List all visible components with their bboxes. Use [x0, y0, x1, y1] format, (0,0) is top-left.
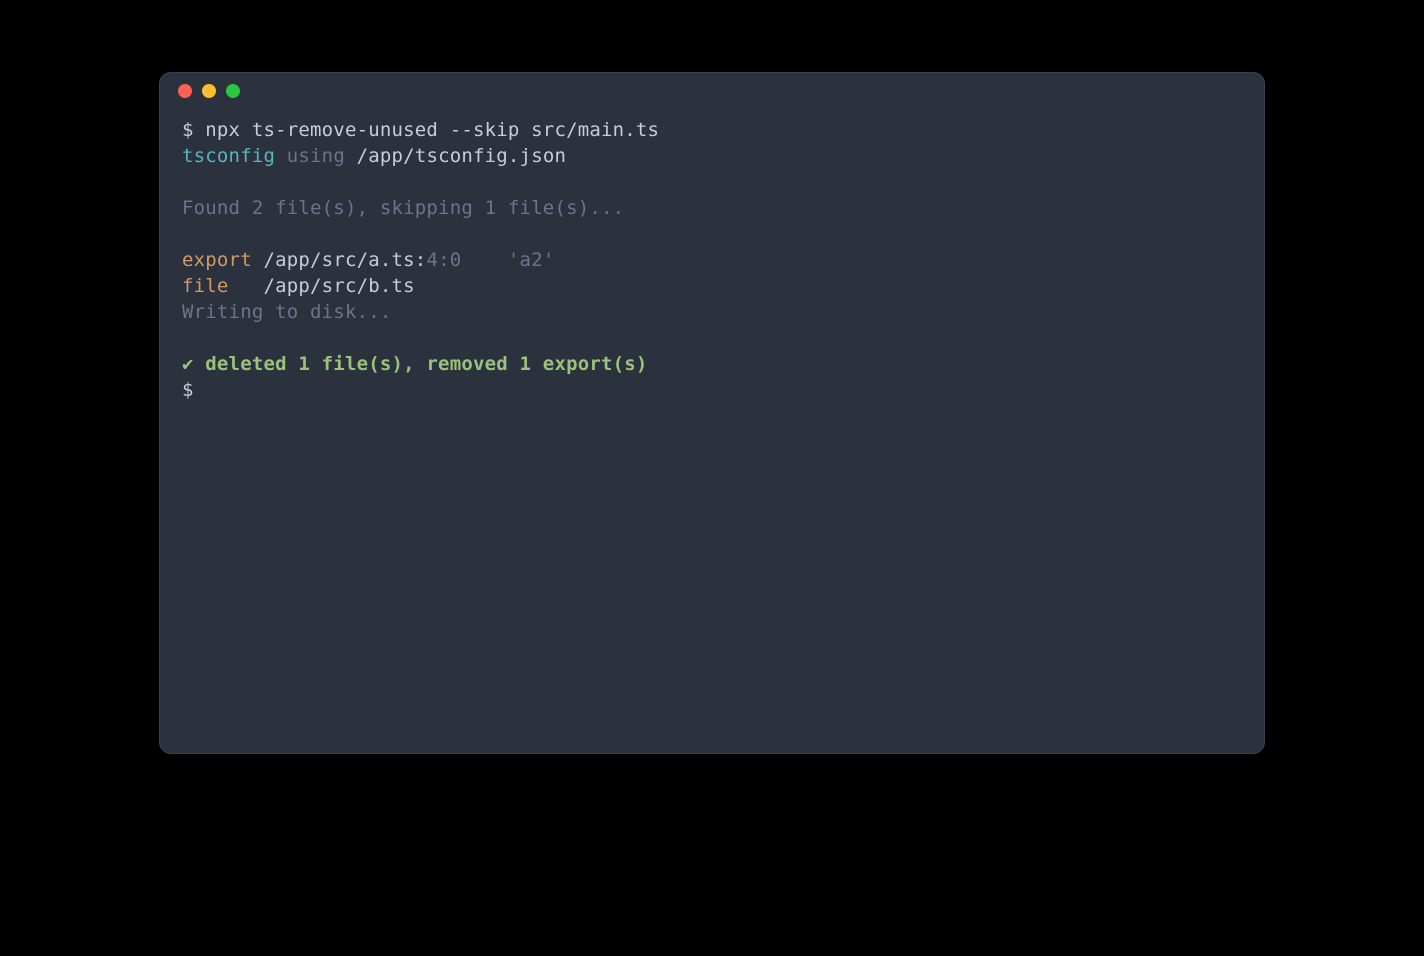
terminal-window: $ npx ts-remove-unused --skip src/main.t… [159, 72, 1265, 754]
export-loc: 4:0 [426, 249, 461, 271]
export-path: /app/src/a.ts: [263, 249, 426, 271]
space [461, 249, 508, 271]
prompt-line: $ [182, 377, 1242, 403]
command-text: npx ts-remove-unused --skip src/main.ts [205, 119, 659, 141]
prompt-symbol: $ [182, 119, 205, 141]
tsconfig-label: tsconfig [182, 145, 275, 167]
minimize-icon[interactable] [202, 84, 216, 98]
file-label: file [182, 275, 229, 297]
command-line: $ npx ts-remove-unused --skip src/main.t… [182, 117, 1242, 143]
maximize-icon[interactable] [226, 84, 240, 98]
tsconfig-line: tsconfig using /app/tsconfig.json [182, 143, 1242, 169]
file-path: /app/src/b.ts [263, 275, 414, 297]
terminal-body[interactable]: $ npx ts-remove-unused --skip src/main.t… [160, 109, 1264, 425]
using-text: using [275, 145, 356, 167]
export-label: export [182, 249, 252, 271]
titlebar [160, 73, 1264, 109]
file-line: file /app/src/b.ts [182, 273, 1242, 299]
tsconfig-path: /app/tsconfig.json [357, 145, 567, 167]
blank-line [182, 221, 1242, 247]
export-line: export /app/src/a.ts:4:0 'a2' [182, 247, 1242, 273]
close-icon[interactable] [178, 84, 192, 98]
success-line: ✔ deleted 1 file(s), removed 1 export(s) [182, 351, 1242, 377]
export-name: 'a2' [508, 249, 555, 271]
blank-line [182, 325, 1242, 351]
space [252, 249, 264, 271]
blank-line [182, 169, 1242, 195]
found-line: Found 2 file(s), skipping 1 file(s)... [182, 195, 1242, 221]
writing-line: Writing to disk... [182, 299, 1242, 325]
space [229, 275, 264, 297]
prompt-symbol: $ [182, 379, 205, 401]
